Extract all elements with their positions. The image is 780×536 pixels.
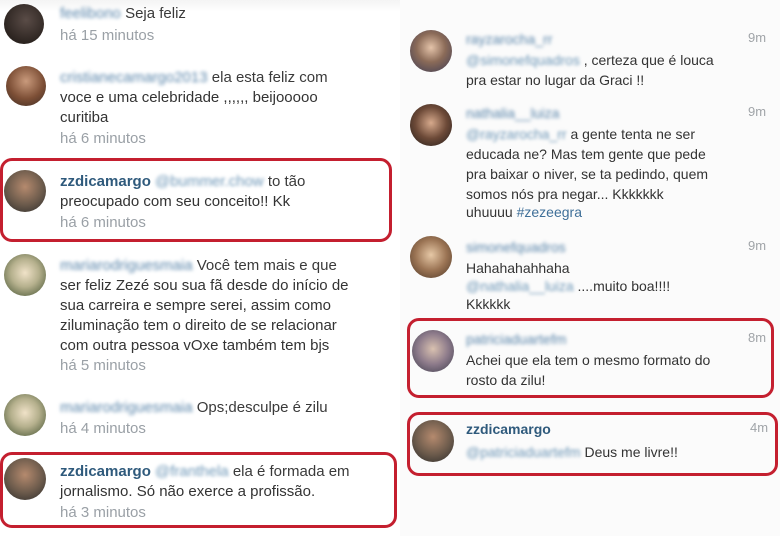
avatar[interactable] — [4, 458, 46, 500]
comment-item: zzdicamargo @franthela ela é formada em … — [0, 452, 400, 532]
comment-username[interactable]: mariarodriguesmaia — [60, 399, 193, 416]
mention-link[interactable]: @nathalia__luiza — [466, 278, 574, 294]
comment-text-line: jornalismo. Só não exerce a profissão. — [60, 483, 316, 500]
comment-text: Seja feliz — [125, 5, 186, 22]
mention-link[interactable]: @simonefquadros — [466, 52, 580, 68]
comment-text-line: uhuuuu — [466, 204, 513, 220]
comment-text-line: pra estar no lugar da Graci !! — [466, 72, 645, 88]
comment-text-line: rosto da zilu! — [466, 372, 546, 388]
comment-timestamp: há 6 minutos — [60, 214, 146, 231]
comment-text-line: , certeza que é louca — [583, 52, 714, 68]
comment-timestamp: há 6 minutos — [60, 130, 146, 147]
comment-text-line: ser feliz Zezé sou sua fã desde do iníci… — [60, 277, 349, 294]
comment-text-line: Achei que ela tem o mesmo formato do — [466, 352, 711, 368]
mention-link[interactable]: @rayzarocha_rr — [466, 126, 567, 142]
comment-text-line: ela esta feliz com — [211, 69, 328, 86]
comment-item: cristianecamargo2013 ela esta feliz com … — [0, 60, 400, 150]
avatar[interactable] — [4, 170, 46, 212]
comment-text: Ops;desculpe é zilu — [196, 399, 328, 416]
avatar[interactable] — [410, 104, 452, 146]
mention-link[interactable]: @patriciaduartefm — [466, 444, 581, 460]
comment-timestamp: 9m — [748, 238, 767, 253]
comment-username[interactable]: nathalia__luiza — [466, 105, 559, 121]
comment-text-line: Kkkkkk — [466, 296, 511, 312]
right-comment-column: rayzarocha_rr 9m @simonefquadros , certe… — [400, 0, 780, 536]
comment-item: nathalia__luiza 9m @rayzarocha_rr a gent… — [400, 98, 780, 228]
comment-item: mariarodriguesmaia Ops;desculpe é zilu h… — [0, 392, 400, 442]
comment-text-line: voce e uma celebridade ,,,,,, beijooooo — [60, 89, 318, 106]
comment-username[interactable]: mariarodriguesmaia — [60, 257, 193, 274]
avatar[interactable] — [410, 236, 452, 278]
mention-link[interactable]: @bummer.chow — [155, 173, 264, 190]
comment-text-line: a gente tenta ne ser — [570, 126, 696, 142]
avatar[interactable] — [4, 394, 46, 436]
comment-item: simonefquadros 9m Hahahahahhaha @nathali… — [400, 234, 780, 314]
comment-username[interactable]: zzdicamargo — [60, 463, 151, 480]
comment-item: feelibono Seja feliz há 15 minutos — [0, 0, 400, 48]
comment-item: mariarodriguesmaia Você tem mais e que s… — [0, 252, 400, 382]
comment-username[interactable]: zzdicamargo — [60, 173, 151, 190]
avatar[interactable] — [6, 66, 46, 106]
comment-item: rayzarocha_rr 9m @simonefquadros , certe… — [400, 22, 780, 92]
comment-username[interactable]: simonefquadros — [466, 239, 566, 255]
avatar[interactable] — [412, 420, 454, 462]
hashtag-link[interactable]: #zezeegra — [517, 204, 582, 220]
avatar[interactable] — [410, 30, 452, 72]
comment-text-line: Hahahahahhaha — [466, 260, 570, 276]
left-comment-column: feelibono Seja feliz há 15 minutos crist… — [0, 0, 400, 536]
comment-timestamp: há 3 minutos — [60, 504, 146, 521]
comment-text-line: educada ne? Mas tem gente que pede — [466, 146, 706, 162]
comment-username[interactable]: patriciaduartefm — [466, 331, 566, 347]
comment-text-line: Você tem mais e que — [196, 257, 337, 274]
comment-text-line: ....muito boa!!!! — [577, 278, 671, 294]
comment-timestamp: há 4 minutos — [60, 420, 146, 437]
comment-timestamp: 9m — [748, 30, 767, 45]
comment-text-line: preocupado com seu conceito!! Kk — [60, 193, 291, 210]
comment-username[interactable]: zzdicamargo — [466, 421, 551, 437]
comment-username[interactable]: cristianecamargo2013 — [60, 69, 208, 86]
comment-timestamp: 8m — [748, 330, 767, 345]
mention-link[interactable]: @franthela — [155, 463, 229, 480]
comment-text-line: curitiba — [60, 109, 109, 126]
comment-item: patriciaduartefm 8m Achei que ela tem o … — [400, 320, 780, 398]
comment-text-line: pra baixar o niver, se ta pedindo, quem — [466, 166, 709, 182]
comment-text: Deus me livre!! — [584, 444, 678, 460]
comment-text-line: sua carreira e sempre serei, assim como — [60, 297, 331, 314]
comment-username[interactable]: feelibono — [60, 5, 121, 22]
comment-item: zzdicamargo 4m @patriciaduartefm Deus me… — [400, 412, 780, 478]
comment-text-line: ela é formada em — [232, 463, 350, 480]
comment-timestamp: 4m — [750, 420, 769, 435]
avatar[interactable] — [4, 4, 44, 44]
comment-item: zzdicamargo @bummer.chow to tão preocupa… — [0, 160, 400, 244]
comment-text-line: com outra pessoa vOxe também tem bjs — [60, 337, 330, 354]
comment-timestamp: há 5 minutos — [60, 357, 146, 374]
comment-text-line: somos nós pra negar... Kkkkkkk — [466, 186, 664, 202]
avatar[interactable] — [412, 330, 454, 372]
comment-text-line: to tão — [267, 173, 306, 190]
comment-timestamp: 9m — [748, 104, 767, 119]
avatar[interactable] — [4, 254, 46, 296]
comment-text-line: ziluminação tem o direito de se relacion… — [60, 317, 337, 334]
comment-timestamp: há 15 minutos — [60, 27, 155, 44]
comment-username[interactable]: rayzarocha_rr — [466, 31, 552, 47]
